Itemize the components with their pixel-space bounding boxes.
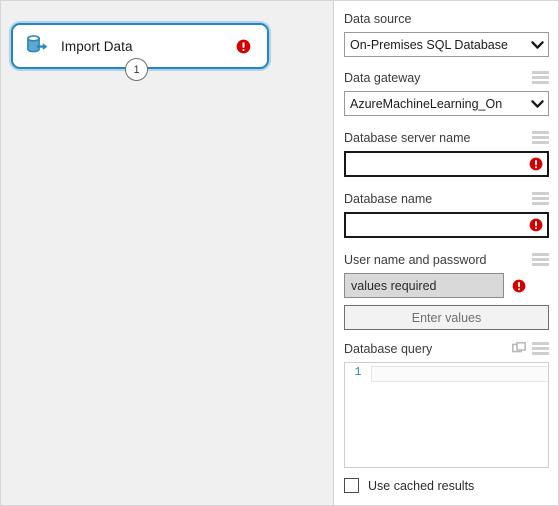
use-cached-results-checkbox[interactable] [344,478,359,493]
field-user-name-and-password: User name and password values required E… [344,249,549,330]
label-icons-database-name [532,192,549,205]
error-icon [529,218,543,232]
parameter-menu-icon[interactable] [532,253,549,266]
label-data-source: Data source [344,11,412,26]
database-query-editor[interactable]: 1 [344,362,549,468]
data-gateway-select[interactable]: AzureMachineLearning_On [344,91,549,116]
import-data-module-editor: Import Data 1 Data source On-Premises SQ… [0,0,559,506]
pipeline-canvas[interactable]: Import Data 1 [1,1,334,505]
node-order-badge[interactable]: 1 [125,58,148,81]
data-gateway-value: AzureMachineLearning_On [350,96,503,111]
label-row-user-name-and-password: User name and password [344,249,549,270]
field-database-query: Database query 1 [344,338,549,468]
label-database-server-name: Database server name [344,130,471,145]
properties-panel: Data source On-Premises SQL Database Dat… [334,1,558,505]
editor-gutter: 1 [345,363,371,467]
database-name-input[interactable] [344,212,549,238]
credentials-status-row: values required [344,273,549,298]
data-source-select[interactable]: On-Premises SQL Database [344,32,549,57]
field-database-server-name: Database server name [344,127,549,177]
label-icons-data-gateway [532,71,549,84]
label-row-database-query: Database query [344,338,549,359]
credentials-status-box: values required [344,273,504,298]
label-database-name: Database name [344,191,433,206]
credentials-status-text: values required [351,278,437,293]
node-order-number: 1 [133,63,140,76]
label-database-query: Database query [344,341,433,356]
chevron-down-icon [531,40,544,49]
field-data-gateway: Data gateway AzureMachineLearning_On [344,67,549,116]
field-data-source: Data source On-Premises SQL Database [344,8,549,57]
database-server-name-input[interactable] [344,151,549,177]
error-icon [529,157,543,171]
use-cached-results-label: Use cached results [368,478,475,493]
parameter-menu-icon[interactable] [532,131,549,144]
label-user-name-and-password: User name and password [344,252,487,267]
enter-values-button[interactable]: Enter values [344,305,549,330]
label-icons-database-server-name [532,131,549,144]
editor-active-line[interactable] [371,366,548,382]
chevron-down-icon [531,99,544,108]
node-title: Import Data [61,38,133,54]
editor-line-number: 1 [354,366,362,379]
editor-code-area[interactable] [371,363,548,467]
data-source-value: On-Premises SQL Database [350,37,508,52]
error-icon [236,39,251,53]
label-row-data-source: Data source [344,8,549,29]
parameter-menu-icon[interactable] [532,192,549,205]
label-icons-database-query [512,342,549,355]
label-data-gateway: Data gateway [344,70,421,85]
label-row-database-server-name: Database server name [344,127,549,148]
popout-editor-icon[interactable] [512,342,527,355]
field-database-name: Database name [344,188,549,238]
import-data-database-icon [27,35,48,53]
label-icons-user-name-and-password [532,253,549,266]
label-row-database-name: Database name [344,188,549,209]
parameter-menu-icon[interactable] [532,342,549,355]
error-icon [512,279,526,292]
use-cached-results-row[interactable]: Use cached results [344,478,474,493]
label-row-data-gateway: Data gateway [344,67,549,88]
parameter-menu-icon[interactable] [532,71,549,84]
